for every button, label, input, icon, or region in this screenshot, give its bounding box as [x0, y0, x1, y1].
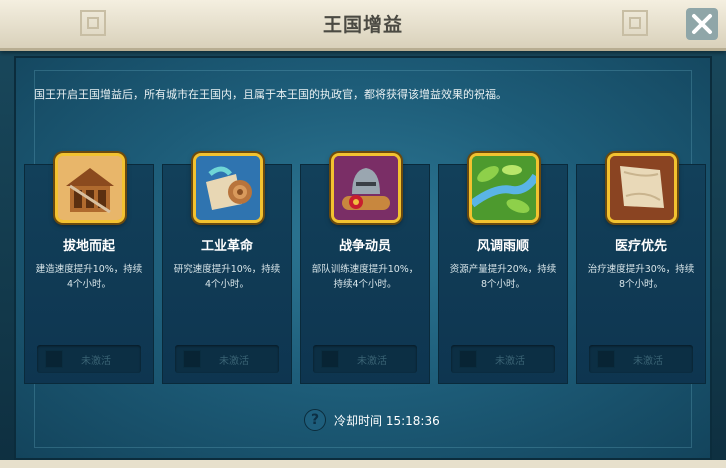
status-label: 未激活 [81, 356, 111, 367]
buff-name: 工业革命 [200, 239, 253, 254]
bandage-icon [607, 153, 677, 223]
cooldown-timer: 冷却时间 15:18:36 [334, 414, 440, 428]
status-label: 未激活 [495, 356, 525, 367]
scroll-icon [193, 153, 263, 223]
buff-name: 医疗优先 [614, 239, 667, 254]
status-label: 未激活 [219, 356, 249, 367]
activate-toggle[interactable]: 未激活 [313, 345, 417, 373]
status-label: 未激活 [357, 356, 387, 367]
buff-card-research[interactable]: 工业革命 研究速度提升10%，持续 4个小时。 未激活 [162, 153, 292, 384]
building-icon [55, 153, 125, 223]
buff-card-healing[interactable]: 医疗优先 治疗速度提升30%，持续 8个小时。 未激活 [576, 153, 706, 384]
activate-toggle[interactable]: 未激活 [175, 345, 279, 373]
buff-name: 战争动员 [338, 239, 391, 254]
activate-toggle[interactable]: 未激活 [589, 345, 693, 373]
checkbox-icon [45, 350, 63, 368]
close-button[interactable] [686, 8, 718, 40]
buff-description: 资源产量提升20%，持续 8个小时。 [449, 264, 557, 290]
activate-toggle[interactable]: 未激活 [37, 345, 141, 373]
buff-card-build[interactable]: 拔地而起 建造速度提升10%，持续 4个小时。 未激活 [24, 153, 154, 384]
buff-description: 部队训练速度提升10%， 持续4个小时。 [311, 264, 419, 290]
title-bar: 王国增益 [0, 0, 726, 51]
buff-card-training[interactable]: 战争动员 部队训练速度提升10%， 持续4个小时。 未激活 [300, 153, 430, 384]
help-icon[interactable]: ? [304, 409, 326, 431]
buff-description: 研究速度提升10%，持续 4个小时。 [173, 264, 281, 290]
checkbox-icon [597, 350, 615, 368]
buff-name: 风调雨顺 [476, 239, 529, 254]
checkbox-icon [459, 350, 477, 368]
buff-description: 建造速度提升10%，持续 4个小时。 [35, 264, 143, 290]
buff-description: 治疗速度提升30%，持续 8个小时。 [587, 264, 695, 290]
checkbox-icon [321, 350, 339, 368]
helmet-icon [331, 153, 401, 223]
bottom-trim [0, 460, 726, 468]
intro-text: 国王开启王国增益后，所有城市在王国内，且属于本王国的执政官，都将获得该增益效果的… [34, 88, 507, 101]
buff-name: 拔地而起 [62, 239, 115, 254]
close-icon [692, 14, 712, 34]
buff-card-resource[interactable]: 风调雨顺 资源产量提升20%，持续 8个小时。 未激活 [438, 153, 568, 384]
page-title: 王国增益 [322, 14, 403, 36]
status-label: 未激活 [633, 356, 663, 367]
leaf-icon [469, 153, 539, 223]
checkbox-icon [183, 350, 201, 368]
activate-toggle[interactable]: 未激活 [451, 345, 555, 373]
